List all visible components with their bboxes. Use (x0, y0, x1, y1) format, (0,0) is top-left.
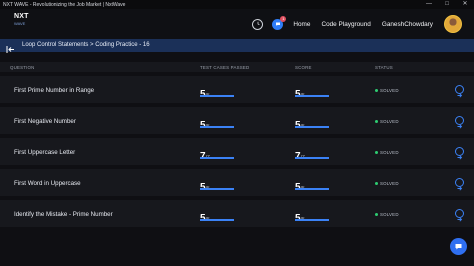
maximize-button[interactable]: □ (438, 0, 456, 9)
window-controls: — □ ✕ (420, 0, 474, 9)
table-row[interactable]: First Uppercase Letter 7/7 7/7 SOLVED (0, 138, 474, 166)
open-question-icon[interactable] (455, 209, 464, 222)
score: 5/5 (295, 177, 331, 193)
score-progress-fill (295, 219, 329, 221)
test-cases-passed: 5/5 (200, 115, 236, 131)
close-button[interactable]: ✕ (456, 0, 474, 9)
solved-dot-icon (375, 182, 378, 185)
status-badge: SOLVED (375, 181, 399, 186)
open-question-icon[interactable] (455, 178, 464, 191)
passed-progress-bar (200, 95, 234, 97)
table-row[interactable]: First Prime Number in Range 5/5 5/5 SOLV… (0, 76, 474, 104)
passed-progress-fill (200, 219, 234, 221)
question-title[interactable]: Identify the Mistake - Prime Number (14, 211, 113, 218)
table-row[interactable]: First Word in Uppercase 5/5 5/5 SOLVED (0, 169, 474, 197)
back-arrow-icon[interactable] (6, 41, 15, 53)
chat-icon[interactable]: 1 (272, 15, 287, 30)
score-progress-bar (295, 126, 329, 128)
solved-dot-icon (375, 120, 378, 123)
score-progress-bar (295, 188, 329, 190)
breadcrumb-text: Loop Control Statements > Coding Practic… (22, 42, 150, 48)
breadcrumb: Loop Control Statements > Coding Practic… (0, 39, 474, 53)
table-row[interactable]: First Negative Number 5/5 5/5 SOLVED (0, 107, 474, 135)
status-label: SOLVED (380, 150, 399, 155)
test-cases-passed: 5/5 (200, 208, 236, 224)
score-progress-fill (295, 126, 329, 128)
passed-progress-fill (200, 188, 234, 190)
timer-icon[interactable] (252, 18, 264, 30)
logo-main-text: NXT (14, 13, 29, 20)
status-label: SOLVED (380, 88, 399, 93)
solved-dot-icon (375, 151, 378, 154)
column-header-test-cases: TEST CASES PASSED (200, 65, 250, 70)
passed-progress-fill (200, 126, 234, 128)
score: 5/5 (295, 115, 331, 131)
question-title[interactable]: First Prime Number in Range (14, 87, 94, 94)
score-progress-fill (295, 157, 329, 159)
top-navbar: NXT WAVE 1 Home Code Playground GaneshCh… (0, 9, 474, 39)
nxtwave-logo[interactable]: NXT WAVE (14, 13, 36, 31)
column-header-status: STATUS (375, 65, 393, 70)
passed-progress-bar (200, 188, 234, 190)
open-question-icon[interactable] (455, 85, 464, 98)
status-label: SOLVED (380, 181, 399, 186)
open-question-icon[interactable] (455, 116, 464, 129)
open-question-icon[interactable] (455, 147, 464, 160)
table-row[interactable]: Identify the Mistake - Prime Number 5/5 … (0, 200, 474, 228)
score: 7/7 (295, 146, 331, 162)
test-cases-passed: 5/5 (200, 84, 236, 100)
nav-link-code-playground[interactable]: Code Playground (321, 21, 370, 28)
passed-progress-bar (200, 219, 234, 221)
window-title: NXT WAVE - Revolutionizing the Job Marke… (3, 1, 126, 8)
window-titlebar: NXT WAVE - Revolutionizing the Job Marke… (0, 0, 474, 9)
score-progress-bar (295, 219, 329, 221)
minimize-button[interactable]: — (420, 0, 438, 9)
score-progress-bar (295, 157, 329, 159)
question-title[interactable]: First Uppercase Letter (14, 149, 75, 156)
score-progress-fill (295, 95, 329, 97)
passed-progress-bar (200, 157, 234, 159)
status-label: SOLVED (380, 119, 399, 124)
solved-dot-icon (375, 89, 378, 92)
score-progress-fill (295, 188, 329, 190)
help-chat-button[interactable] (450, 238, 467, 255)
column-header-score: SCORE (295, 65, 312, 70)
column-header-question: QUESTION (10, 65, 35, 70)
notification-badge: 1 (280, 15, 287, 22)
avatar[interactable] (444, 15, 462, 33)
test-cases-passed: 7/7 (200, 146, 236, 162)
status-badge: SOLVED (375, 150, 399, 155)
test-cases-passed: 5/5 (200, 177, 236, 193)
solved-dot-icon (375, 213, 378, 216)
score: 5/5 (295, 208, 331, 224)
navbar-right: 1 Home Code Playground GaneshChowdary (252, 13, 462, 35)
status-badge: SOLVED (375, 88, 399, 93)
question-title[interactable]: First Negative Number (14, 118, 76, 125)
status-badge: SOLVED (375, 212, 399, 217)
nav-link-profile-name[interactable]: GaneshChowdary (382, 21, 433, 28)
score-progress-bar (295, 95, 329, 97)
passed-progress-fill (200, 95, 234, 97)
logo-sub-text: WAVE (14, 21, 26, 26)
nav-link-home[interactable]: Home (293, 21, 310, 28)
question-title[interactable]: First Word in Uppercase (14, 180, 81, 187)
table-header: QUESTION TEST CASES PASSED SCORE STATUS (0, 62, 474, 72)
status-badge: SOLVED (375, 119, 399, 124)
passed-progress-fill (200, 157, 234, 159)
score: 5/5 (295, 84, 331, 100)
status-label: SOLVED (380, 212, 399, 217)
passed-progress-bar (200, 126, 234, 128)
